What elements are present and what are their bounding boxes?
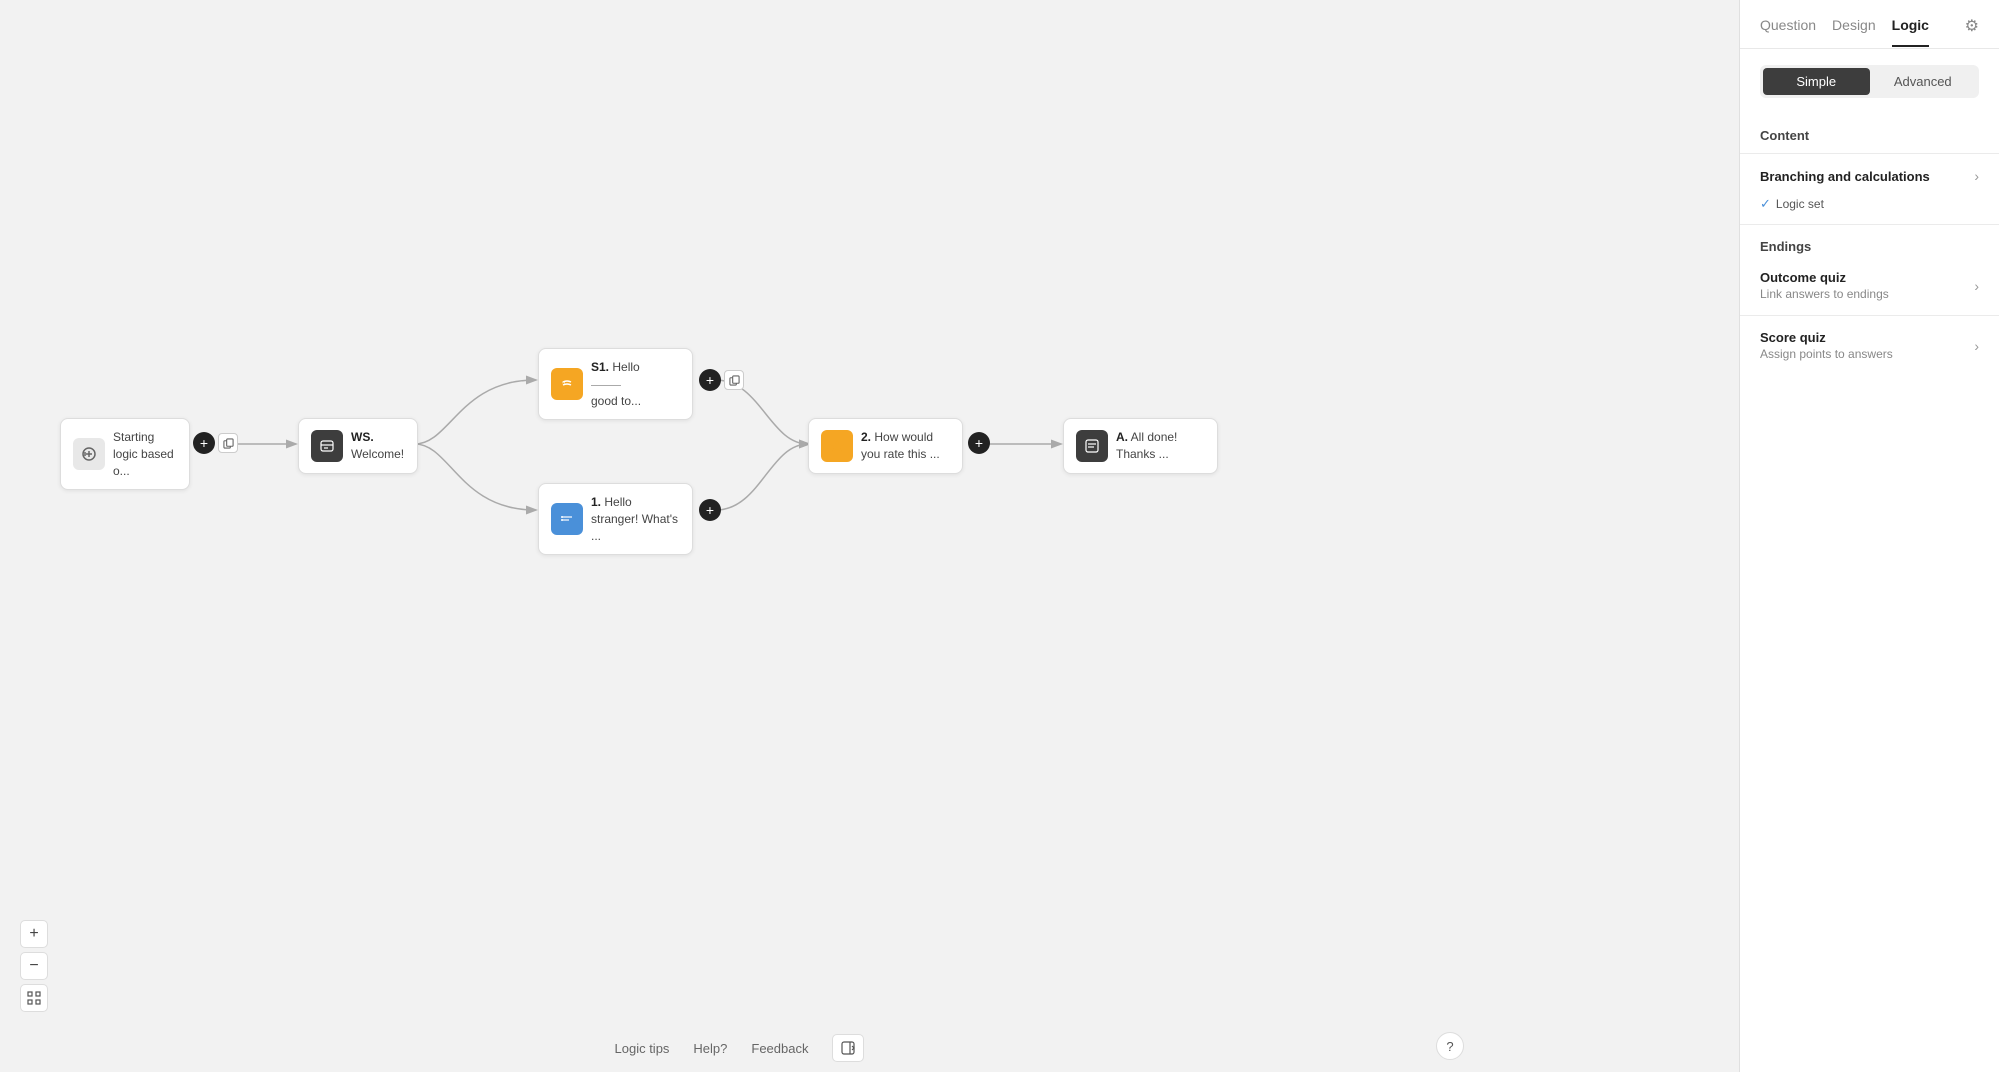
branching-chevron: › — [1974, 168, 1979, 184]
score-quiz-desc: Assign points to answers — [1760, 347, 1893, 361]
score-quiz-chevron: › — [1974, 338, 1979, 354]
s1-icon: " — [551, 368, 583, 400]
q1-text: 1. Hello stranger! What's ... — [591, 494, 680, 544]
divider-1 — [1740, 153, 1999, 154]
q2-icon — [821, 430, 853, 462]
zoom-fit-btn[interactable] — [20, 984, 48, 1012]
a-node[interactable]: A. All done! Thanks ... — [1063, 418, 1218, 474]
welcome-text: WS. Welcome! — [351, 429, 405, 463]
panel-tabs: Question Design Logic ⚙ — [1740, 0, 1999, 49]
score-quiz-item[interactable]: Score quiz Assign points to answers › — [1740, 320, 1999, 371]
divider-2 — [1740, 224, 1999, 225]
q2-plus-btn[interactable]: + — [968, 432, 990, 454]
a-text: A. All done! Thanks ... — [1116, 429, 1205, 463]
canvas-area[interactable]: Starting logic based o... + WS. Welcome! — [0, 0, 1739, 1072]
content-section-title: Content — [1740, 118, 1999, 149]
logic-set-label: Logic set — [1776, 197, 1824, 211]
outcome-quiz-title: Outcome quiz — [1760, 270, 1889, 285]
s1-plus-btn[interactable]: + — [699, 369, 721, 391]
svg-text:": " — [562, 380, 565, 389]
outcome-quiz-desc: Link answers to endings — [1760, 287, 1889, 301]
q1-plus-btn[interactable]: + — [699, 499, 721, 521]
logic-set-check: ✓ — [1760, 196, 1771, 212]
zoom-out-btn[interactable]: − — [20, 952, 48, 980]
connections-svg — [0, 0, 1739, 1072]
branching-title: Branching and calculations — [1760, 169, 1930, 184]
s1-text: S1. Hello good to... — [591, 359, 641, 409]
starting-copy-btn[interactable] — [218, 433, 238, 453]
simple-toggle[interactable]: Simple — [1763, 68, 1870, 95]
starting-icon — [73, 438, 105, 470]
q1-node[interactable]: 1. Hello stranger! What's ... — [538, 483, 693, 555]
zoom-controls: + − — [20, 920, 48, 1012]
feedback-link[interactable]: Feedback — [751, 1041, 808, 1056]
divider-3 — [1740, 315, 1999, 316]
s1-node[interactable]: " S1. Hello good to... — [538, 348, 693, 420]
welcome-icon — [311, 430, 343, 462]
collapse-panel-btn[interactable] — [832, 1034, 864, 1062]
logic-tips-link[interactable]: Logic tips — [615, 1041, 670, 1056]
settings-icon[interactable]: ⚙ — [1965, 16, 1979, 48]
right-panel: Question Design Logic ⚙ Simple Advanced … — [1739, 0, 1999, 1072]
advanced-toggle[interactable]: Advanced — [1870, 68, 1977, 95]
tab-logic[interactable]: Logic — [1892, 17, 1929, 47]
logic-set-row: ✓ Logic set — [1740, 194, 1999, 220]
starting-plus-btn[interactable]: + — [193, 432, 215, 454]
q1-icon — [551, 503, 583, 535]
q2-node[interactable]: 2. How would you rate this ... — [808, 418, 963, 474]
tab-design[interactable]: Design — [1832, 17, 1876, 47]
welcome-node[interactable]: WS. Welcome! — [298, 418, 418, 474]
starting-node[interactable]: Starting logic based o... — [60, 418, 190, 490]
toggle-bar: Simple Advanced — [1760, 65, 1979, 98]
bottom-bar: Logic tips Help? Feedback — [0, 1024, 1479, 1072]
branching-item[interactable]: Branching and calculations › — [1740, 158, 1999, 194]
zoom-in-btn[interactable]: + — [20, 920, 48, 948]
help-btn[interactable]: ? — [1436, 1032, 1464, 1060]
s1-copy-btn[interactable] — [724, 370, 744, 390]
starting-text: Starting logic based o... — [113, 429, 177, 479]
outcome-quiz-item[interactable]: Outcome quiz Link answers to endings › — [1740, 260, 1999, 311]
help-link[interactable]: Help? — [693, 1041, 727, 1056]
q2-text: 2. How would you rate this ... — [861, 429, 950, 463]
tab-question[interactable]: Question — [1760, 17, 1816, 47]
endings-section-title: Endings — [1740, 229, 1999, 260]
a-icon — [1076, 430, 1108, 462]
outcome-quiz-chevron: › — [1974, 278, 1979, 294]
panel-content: Content Branching and calculations › ✓ L… — [1740, 110, 1999, 1072]
score-quiz-title: Score quiz — [1760, 330, 1893, 345]
